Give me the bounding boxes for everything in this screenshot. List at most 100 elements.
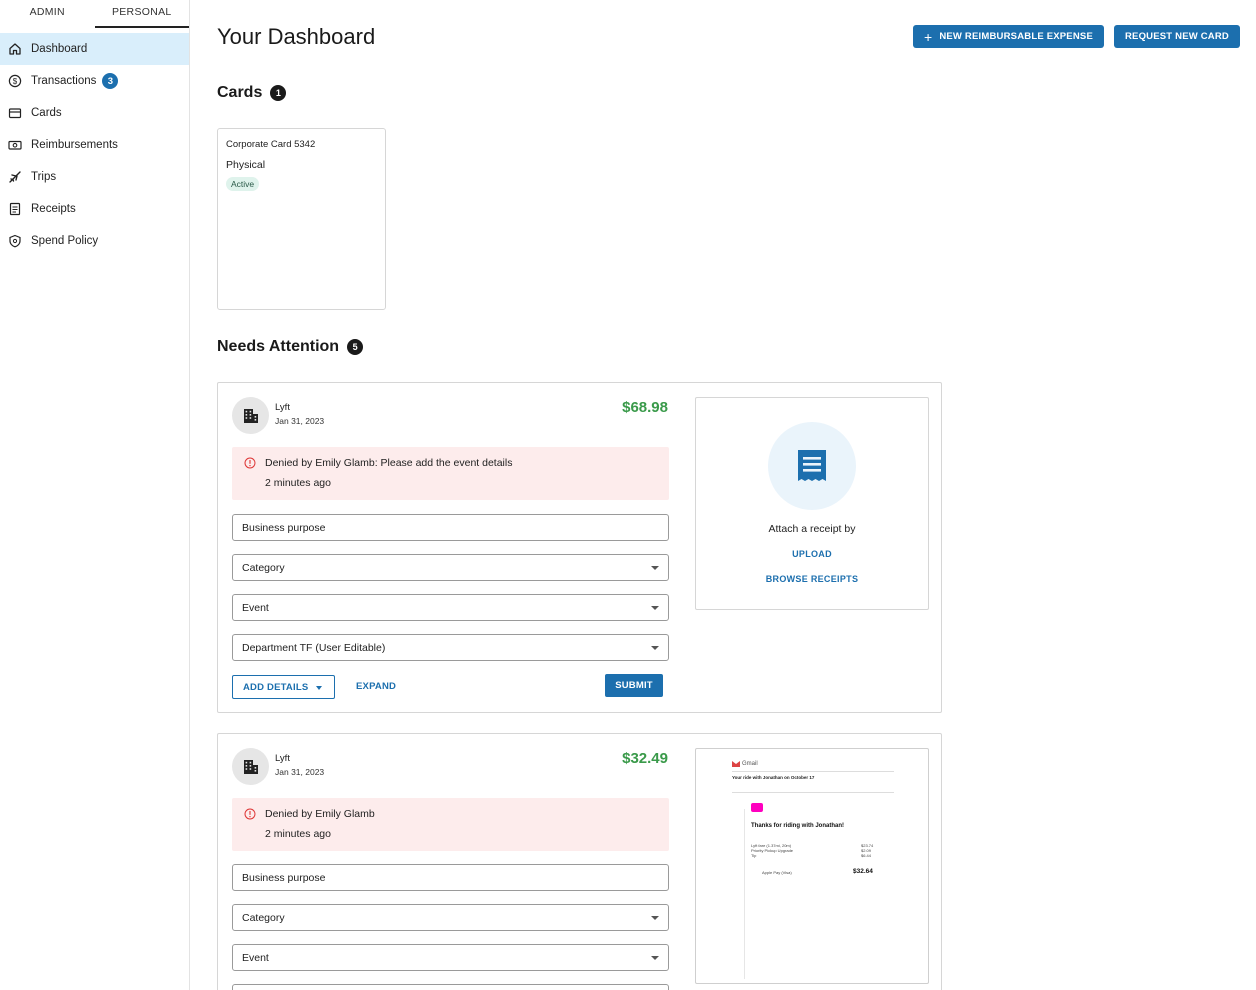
department-select[interactable] xyxy=(232,984,669,990)
transaction-amount: $68.98 xyxy=(622,399,668,416)
denial-alert: Denied by Emily Glamb: Please add the ev… xyxy=(232,447,669,500)
cash-icon xyxy=(8,138,22,152)
browse-receipts-link[interactable]: BROWSE RECEIPTS xyxy=(696,574,928,584)
add-details-label: ADD DETAILS xyxy=(243,681,309,693)
denial-message: Denied by Emily Glamb: Please add the ev… xyxy=(265,457,513,469)
department-placeholder: Department TF (User Editable) xyxy=(242,641,386,654)
chevron-down-icon xyxy=(651,606,659,610)
card-status-badge: Active xyxy=(226,177,260,191)
category-placeholder: Category xyxy=(242,911,285,924)
merchant-name: Lyft xyxy=(275,402,290,413)
new-expense-label: NEW REIMBURSABLE EXPENSE xyxy=(939,31,1093,42)
card-tile[interactable]: Corporate Card 5342 Physical Active xyxy=(217,128,386,310)
transaction-amount: $32.49 xyxy=(622,750,668,767)
sidebar-item-cards[interactable]: Cards xyxy=(0,97,189,129)
receipt-divider xyxy=(732,771,894,772)
tab-personal[interactable]: PERSONAL xyxy=(94,0,189,28)
sidebar-item-receipts[interactable]: Receipts xyxy=(0,193,189,225)
receipt-headline: Thanks for riding with Jonathan! xyxy=(751,823,844,829)
category-select[interactable]: Category xyxy=(232,554,669,581)
chevron-down-icon xyxy=(316,686,322,690)
sidebar-item-label: Trips xyxy=(31,171,57,183)
business-purpose-field[interactable]: Business purpose xyxy=(232,514,669,541)
chevron-down-icon xyxy=(651,956,659,960)
receipt-total: $32.64 xyxy=(853,868,873,875)
transaction-date: Jan 31, 2023 xyxy=(275,767,325,777)
category-select[interactable]: Category xyxy=(232,904,669,931)
category-placeholder: Category xyxy=(242,561,285,574)
card-icon xyxy=(8,106,22,120)
receipt-margin-line xyxy=(744,809,745,979)
new-reimbursable-expense-button[interactable]: + NEW REIMBURSABLE EXPENSE xyxy=(912,25,1104,48)
merchant-name: Lyft xyxy=(275,753,290,764)
card-name: Corporate Card 5342 xyxy=(226,139,316,150)
merchant-avatar xyxy=(232,397,269,434)
chevron-down-icon xyxy=(651,916,659,920)
receipt-image[interactable]: Gmail Your ride with Jonathan on October… xyxy=(695,748,929,984)
receipt-icon xyxy=(798,450,826,481)
submit-button[interactable]: SUBMIT xyxy=(605,674,663,697)
cards-section-title: Cards 1 xyxy=(217,84,287,102)
needs-attention-title: Needs Attention xyxy=(217,338,340,355)
sidebar-item-label: Cards xyxy=(31,107,62,119)
sidebar-item-label: Transactions xyxy=(31,75,97,87)
attach-receipt-text: Attach a receipt by xyxy=(768,523,856,535)
cards-count-badge: 1 xyxy=(270,85,287,101)
denial-message: Denied by Emily Glamb xyxy=(265,808,375,820)
denial-time: 2 minutes ago xyxy=(265,477,331,489)
sidebar-item-dashboard[interactable]: Dashboard xyxy=(0,33,189,65)
needs-attention-section-title: Needs Attention 5 xyxy=(217,338,364,356)
receipt-subject: Your ride with Jonathan on October 17 xyxy=(732,775,815,780)
home-icon xyxy=(8,42,22,56)
attention-item: Lyft Jan 31, 2023 $32.49 Denied by Emily… xyxy=(217,733,942,990)
receipt-line-value: $6.44 xyxy=(861,853,872,858)
sidebar-item-spend-policy[interactable]: Spend Policy xyxy=(0,225,189,257)
business-purpose-field[interactable]: Business purpose xyxy=(232,864,669,891)
upload-link[interactable]: UPLOAD xyxy=(696,549,928,559)
event-select[interactable]: Event xyxy=(232,594,669,621)
receipt-drop-zone: Attach a receipt by UPLOAD BROWSE RECEIP… xyxy=(695,397,929,610)
cards-title: Cards xyxy=(217,84,263,101)
event-placeholder: Event xyxy=(242,601,269,614)
sidebar-item-label: Dashboard xyxy=(31,43,88,55)
denial-alert: Denied by Emily Glamb 2 minutes ago xyxy=(232,798,669,851)
lyft-logo-icon xyxy=(751,803,763,812)
receipt-line-label: Tip xyxy=(751,853,757,858)
header-actions: + NEW REIMBURSABLE EXPENSE REQUEST NEW C… xyxy=(912,25,1240,48)
sidebar-nav: Dashboard $ Transactions 3 Cards Reimbur… xyxy=(0,33,189,257)
merchant-avatar xyxy=(232,748,269,785)
sidebar: ADMIN PERSONAL Dashboard $ Transactions … xyxy=(0,0,190,990)
gmail-logo-icon xyxy=(732,761,740,767)
event-placeholder: Event xyxy=(242,951,269,964)
plane-icon xyxy=(8,170,22,184)
building-icon xyxy=(243,759,258,774)
sidebar-item-label: Reimbursements xyxy=(31,139,118,151)
card-type: Physical xyxy=(226,159,266,171)
add-details-button[interactable]: ADD DETAILS xyxy=(232,675,335,699)
receipt-app-name: Gmail xyxy=(742,761,758,767)
sidebar-item-trips[interactable]: Trips xyxy=(0,161,189,193)
role-tabs: ADMIN PERSONAL xyxy=(0,0,189,28)
building-icon xyxy=(243,408,258,423)
receipt-payment-method: Apple Pay (Visa) xyxy=(762,870,792,875)
tab-admin[interactable]: ADMIN xyxy=(0,0,95,28)
shield-icon xyxy=(8,234,22,248)
page-title: Your Dashboard xyxy=(217,24,376,49)
chevron-down-icon xyxy=(651,566,659,570)
transactions-count-badge: 3 xyxy=(102,73,119,89)
business-purpose-placeholder: Business purpose xyxy=(242,871,326,884)
needs-attention-count-badge: 5 xyxy=(347,339,364,355)
expand-button[interactable]: EXPAND xyxy=(356,681,396,692)
sidebar-item-label: Spend Policy xyxy=(31,235,99,247)
request-new-card-button[interactable]: REQUEST NEW CARD xyxy=(1113,25,1240,48)
sidebar-item-reimbursements[interactable]: Reimbursements xyxy=(0,129,189,161)
chevron-down-icon xyxy=(651,646,659,650)
department-select[interactable]: Department TF (User Editable) xyxy=(232,634,669,661)
receipt-icon xyxy=(8,202,22,216)
receipt-line-label: Priority Pickup Upgrade xyxy=(751,848,794,853)
event-select[interactable]: Event xyxy=(232,944,669,971)
denial-time: 2 minutes ago xyxy=(265,828,331,840)
svg-text:$: $ xyxy=(13,77,18,86)
receipt-divider xyxy=(732,792,894,793)
sidebar-item-transactions[interactable]: $ Transactions 3 xyxy=(0,65,189,97)
